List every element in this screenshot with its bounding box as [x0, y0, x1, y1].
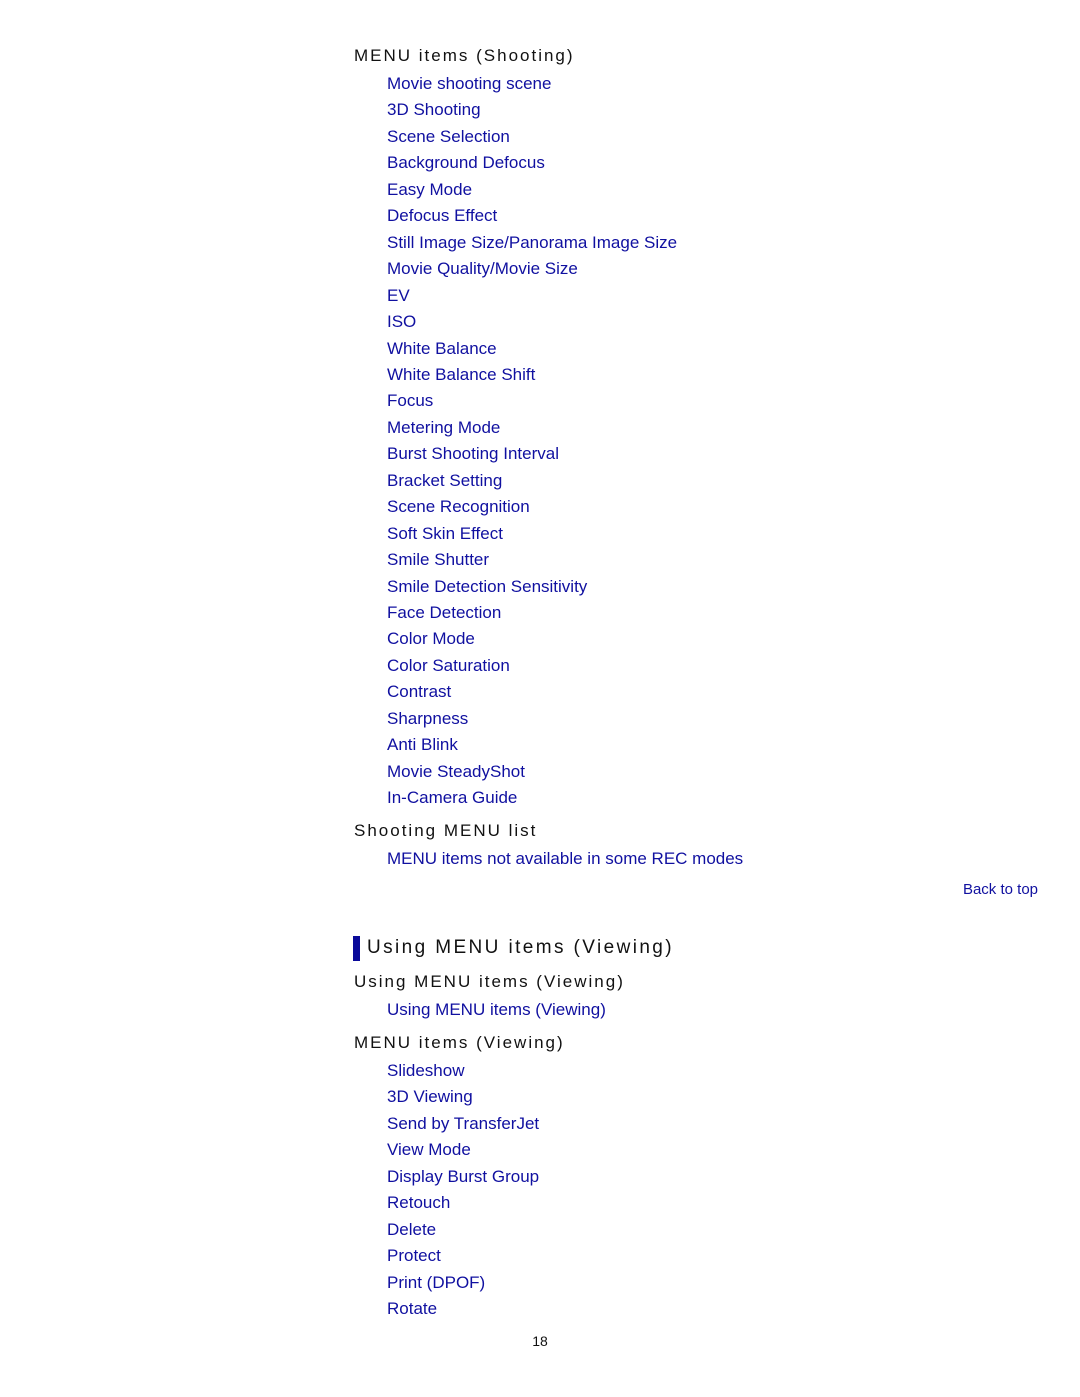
- shooting-menu-item-link[interactable]: Contrast: [387, 682, 451, 702]
- shooting-menu-list-heading: Shooting MENU list: [354, 821, 538, 840]
- shooting-menu-item-link[interactable]: EV: [387, 286, 410, 306]
- viewing-menu-item-link[interactable]: View Mode: [387, 1140, 471, 1160]
- shooting-menu-item-link[interactable]: Scene Selection: [387, 127, 510, 147]
- section-title-text: Using MENU items (Viewing): [367, 937, 674, 958]
- shooting-menu-item-link[interactable]: Still Image Size/Panorama Image Size: [387, 233, 677, 253]
- shooting-menu-item-link[interactable]: Metering Mode: [387, 418, 500, 438]
- viewing-menu-item-link[interactable]: Print (DPOF): [387, 1273, 485, 1293]
- shooting-menu-item-link[interactable]: Scene Recognition: [387, 497, 530, 517]
- link-using-menu-items-viewing[interactable]: Using MENU items (Viewing): [387, 1000, 606, 1020]
- shooting-menu-item-link[interactable]: Movie SteadyShot: [387, 762, 525, 782]
- shooting-menu-item-link[interactable]: Defocus Effect: [387, 206, 497, 226]
- shooting-menu-item-link[interactable]: White Balance Shift: [387, 365, 535, 385]
- section-title: Using MENU items (Viewing): [353, 935, 674, 961]
- section-bar-icon: [353, 935, 360, 961]
- shooting-menu-item-link[interactable]: Movie Quality/Movie Size: [387, 259, 578, 279]
- shooting-menu-item-link[interactable]: In-Camera Guide: [387, 788, 517, 808]
- viewing-menu-item-link[interactable]: Delete: [387, 1220, 436, 1240]
- back-to-top-link[interactable]: Back to top: [963, 881, 1038, 899]
- shooting-menu-item-link[interactable]: ISO: [387, 312, 416, 332]
- shooting-menu-item-link[interactable]: Bracket Setting: [387, 471, 502, 491]
- shooting-menu-item-link[interactable]: Face Detection: [387, 603, 501, 623]
- shooting-menu-item-link[interactable]: Smile Detection Sensitivity: [387, 577, 587, 597]
- shooting-menu-item-link[interactable]: 3D Shooting: [387, 100, 481, 120]
- shooting-menu-items-heading: MENU items (Shooting): [354, 46, 575, 65]
- shooting-menu-item-link[interactable]: Color Saturation: [387, 656, 510, 676]
- viewing-menu-items-heading: MENU items (Viewing): [354, 1033, 565, 1052]
- shooting-menu-item-link[interactable]: Smile Shutter: [387, 550, 489, 570]
- viewing-using-heading: Using MENU items (Viewing): [354, 972, 625, 991]
- viewing-menu-item-link[interactable]: Protect: [387, 1246, 441, 1266]
- page-number: 18: [532, 1333, 548, 1349]
- shooting-menu-item-link[interactable]: Movie shooting scene: [387, 74, 551, 94]
- viewing-menu-item-link[interactable]: 3D Viewing: [387, 1087, 473, 1107]
- viewing-menu-item-link[interactable]: Slideshow: [387, 1061, 465, 1081]
- shooting-menu-item-link[interactable]: Background Defocus: [387, 153, 545, 173]
- viewing-menu-item-link[interactable]: Send by TransferJet: [387, 1114, 539, 1134]
- link-menu-items-not-available[interactable]: MENU items not available in some REC mod…: [387, 849, 743, 869]
- shooting-menu-item-link[interactable]: Soft Skin Effect: [387, 524, 503, 544]
- viewing-menu-item-link[interactable]: Rotate: [387, 1299, 437, 1319]
- shooting-menu-item-link[interactable]: Focus: [387, 391, 433, 411]
- shooting-menu-item-link[interactable]: Anti Blink: [387, 735, 458, 755]
- shooting-menu-item-link[interactable]: Color Mode: [387, 629, 475, 649]
- shooting-menu-item-link[interactable]: Burst Shooting Interval: [387, 444, 559, 464]
- viewing-menu-item-link[interactable]: Display Burst Group: [387, 1167, 539, 1187]
- shooting-menu-item-link[interactable]: Sharpness: [387, 709, 468, 729]
- shooting-menu-item-link[interactable]: Easy Mode: [387, 180, 472, 200]
- shooting-menu-item-link[interactable]: White Balance: [387, 339, 497, 359]
- viewing-menu-item-link[interactable]: Retouch: [387, 1193, 450, 1213]
